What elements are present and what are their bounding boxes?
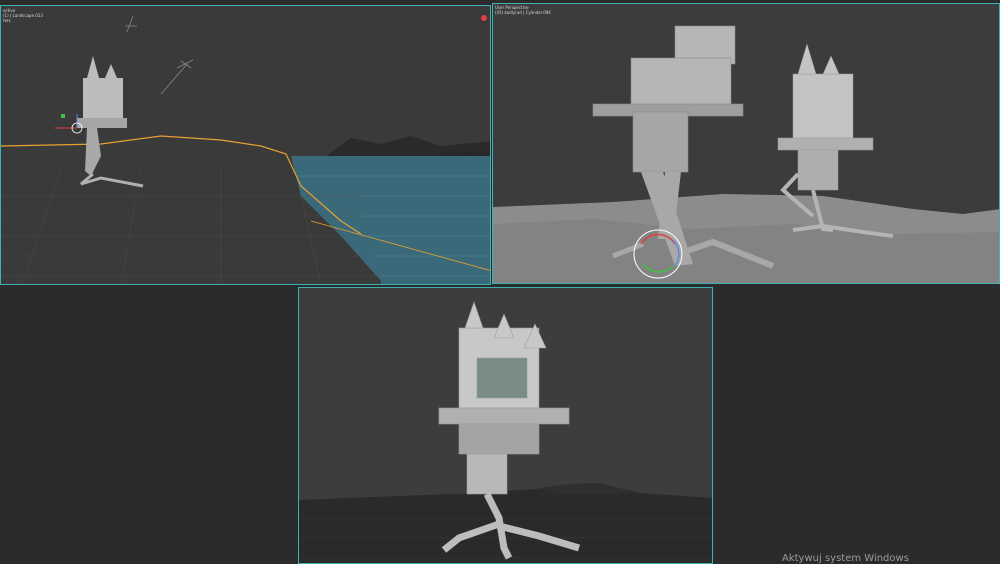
close-icon[interactable] [481,15,487,21]
empty-area-left [0,287,297,564]
active-object-label: (45) kadlyrad | Cylinder.094 [495,10,551,15]
viewport-top-left-scene [1,6,490,284]
windows-activation-watermark: Aktywuj system Windows [782,553,909,564]
empty-area-right [714,287,1000,564]
viewport-bottom-scene [299,288,712,563]
viewport-top-left-info: ective (1) | Landscape.013 ters [3,8,43,23]
units-label: ters [3,18,11,23]
viewport-top-right-info: User Perspective (45) kadlyrad | Cylinde… [495,5,551,15]
viewport-top-right-scene [493,4,999,283]
viewport-top-left[interactable]: ective (1) | Landscape.013 ters [0,5,491,285]
viewport-top-right[interactable]: User Perspective (45) kadlyrad | Cylinde… [492,3,1000,284]
viewport-bottom-render[interactable] [298,287,713,564]
